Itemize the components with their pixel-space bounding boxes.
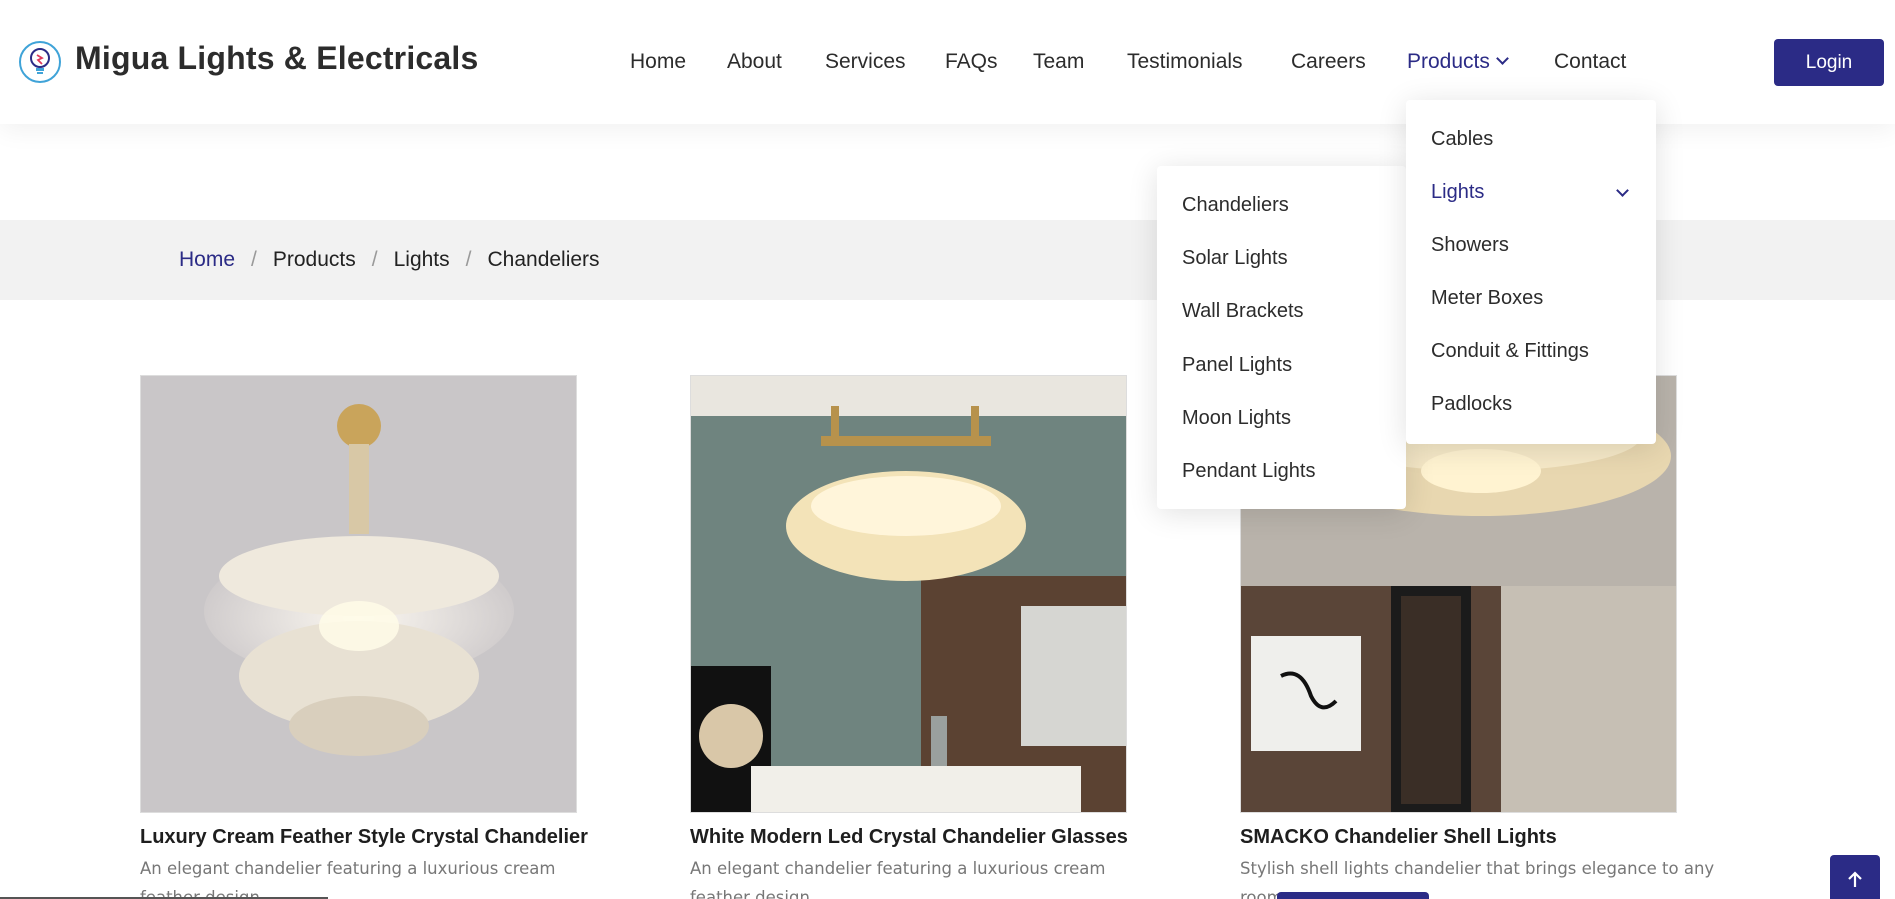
- breadcrumb-products[interactable]: Products: [273, 248, 356, 272]
- login-button[interactable]: Login: [1774, 39, 1884, 86]
- submenu-item-chandeliers[interactable]: Chandeliers: [1182, 194, 1289, 217]
- breadcrumb: Home / Products / Lights / Chandeliers: [179, 248, 600, 272]
- breadcrumb-lights[interactable]: Lights: [394, 248, 450, 272]
- product-description: An elegant chandelier featuring a luxuri…: [690, 859, 1106, 899]
- submenu-item-solar-lights[interactable]: Solar Lights: [1182, 247, 1288, 270]
- breadcrumb-separator: /: [251, 248, 257, 271]
- nav-products[interactable]: Products: [1407, 50, 1509, 74]
- products-dropdown: Cables Lights Showers Meter Boxes Condui…: [1406, 100, 1656, 444]
- nav-testimonials[interactable]: Testimonials: [1127, 50, 1243, 74]
- nav-services[interactable]: Services: [825, 50, 906, 74]
- dropdown-item-lights[interactable]: Lights: [1431, 181, 1484, 204]
- product-title[interactable]: White Modern Led Crystal Chandelier Glas…: [690, 826, 1128, 849]
- breadcrumb-separator: /: [465, 248, 472, 271]
- dropdown-item-cables[interactable]: Cables: [1431, 128, 1493, 151]
- product-title[interactable]: SMACKO Chandelier Shell Lights: [1240, 826, 1557, 849]
- dropdown-item-showers[interactable]: Showers: [1431, 234, 1509, 257]
- scroll-to-top-button[interactable]: [1830, 855, 1880, 899]
- submenu-item-pendant-lights[interactable]: Pendant Lights: [1182, 460, 1315, 483]
- nav-home[interactable]: Home: [630, 50, 686, 74]
- breadcrumb-home[interactable]: Home: [179, 248, 235, 272]
- nav-about[interactable]: About: [727, 50, 782, 74]
- breadcrumb-chandeliers: Chandeliers: [487, 248, 600, 271]
- chevron-down-icon: [1616, 184, 1629, 197]
- dropdown-item-padlocks[interactable]: Padlocks: [1431, 393, 1512, 416]
- product-description: An elegant chandelier featuring a luxuri…: [140, 859, 556, 899]
- nav-faqs[interactable]: FAQs: [945, 50, 998, 74]
- submenu-item-wall-brackets[interactable]: Wall Brackets: [1182, 300, 1304, 323]
- view-product-button[interactable]: [1277, 892, 1429, 899]
- lights-submenu: Chandeliers Solar Lights Wall Brackets P…: [1157, 166, 1406, 509]
- nav-contact[interactable]: Contact: [1554, 50, 1626, 74]
- arrow-up-icon: [1848, 871, 1862, 887]
- lightbulb-icon[interactable]: [18, 40, 62, 84]
- submenu-item-moon-lights[interactable]: Moon Lights: [1182, 407, 1291, 430]
- nav-team[interactable]: Team: [1033, 50, 1084, 74]
- submenu-item-panel-lights[interactable]: Panel Lights: [1182, 354, 1292, 377]
- nav-products-label: Products: [1407, 50, 1490, 73]
- product-title[interactable]: Luxury Cream Feather Style Crystal Chand…: [140, 826, 588, 849]
- dropdown-item-meter-boxes[interactable]: Meter Boxes: [1431, 287, 1543, 310]
- dropdown-item-conduit-fittings[interactable]: Conduit & Fittings: [1431, 340, 1589, 363]
- product-image-feather-chandelier[interactable]: [140, 375, 577, 813]
- product-image-led-crystal-chandelier[interactable]: [690, 375, 1127, 813]
- breadcrumb-separator: /: [371, 248, 378, 271]
- nav-careers[interactable]: Careers: [1291, 50, 1366, 74]
- chevron-down-icon: [1496, 52, 1509, 65]
- brand-name[interactable]: Migua Lights & Electricals: [75, 40, 479, 77]
